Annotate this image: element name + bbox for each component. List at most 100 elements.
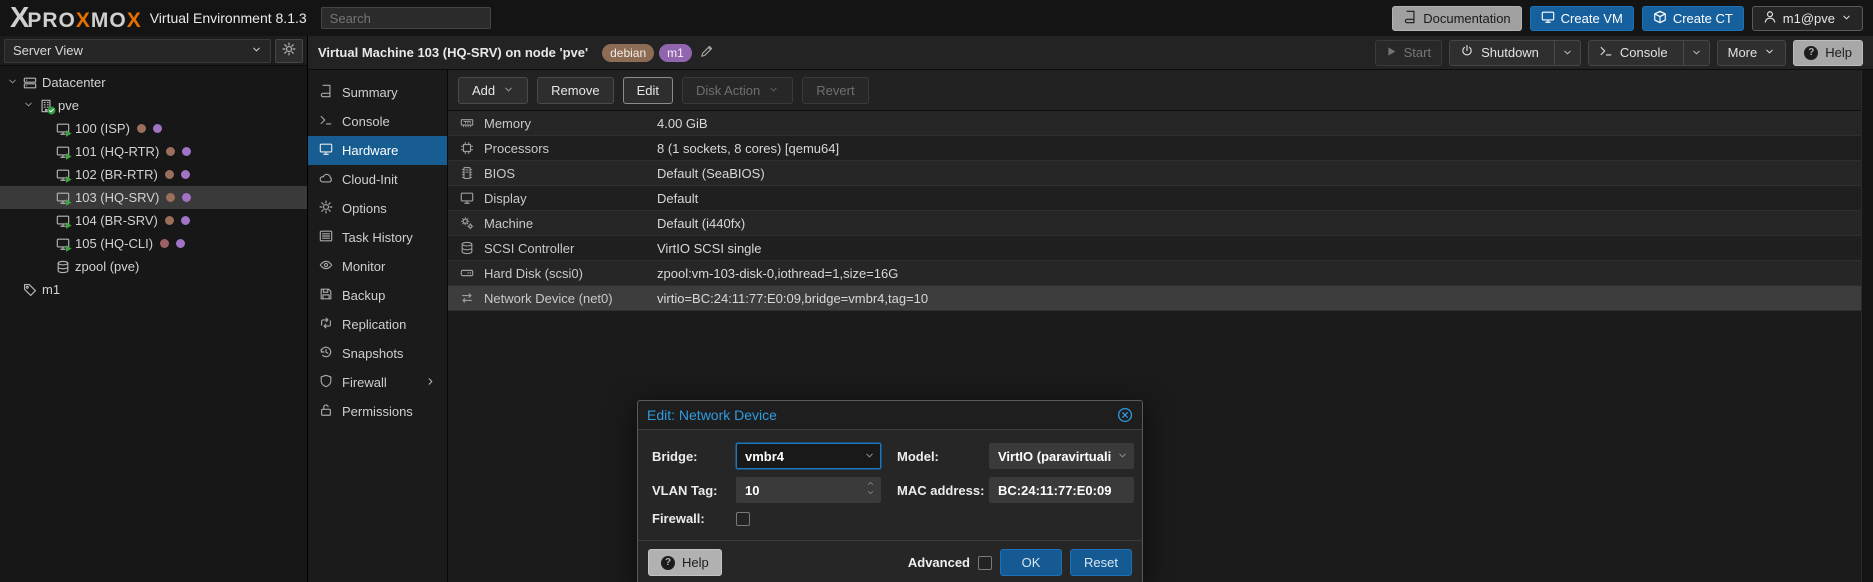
- view-bar: Server View: [0, 36, 307, 66]
- edit-button[interactable]: Edit: [623, 77, 673, 104]
- sidebar-gear-button[interactable]: [275, 39, 303, 63]
- start-button[interactable]: Start: [1375, 40, 1442, 66]
- tree-item-vm-103[interactable]: 103 (HQ-SRV): [0, 186, 307, 209]
- create-vm-button[interactable]: Create VM: [1530, 6, 1634, 31]
- remove-button[interactable]: Remove: [537, 77, 613, 104]
- chevron-down-icon[interactable]: [1117, 449, 1128, 464]
- tree-item-storage-zpool[interactable]: zpool (pve): [0, 255, 307, 278]
- more-button[interactable]: More: [1717, 40, 1787, 66]
- expand-chevron-icon[interactable]: [23, 98, 34, 113]
- edit-tags-pencil-icon[interactable]: [700, 44, 714, 61]
- table-row-scsi-controller[interactable]: SCSI Controller VirtIO SCSI single: [448, 236, 1873, 261]
- hardware-table: Memory 4.00 GiB Processors 8 (1 sockets,…: [448, 111, 1873, 311]
- tree-item-node-pve[interactable]: pve: [0, 94, 307, 117]
- user-menu-button[interactable]: m1@pve: [1752, 6, 1863, 31]
- shutdown-dropdown-arrow[interactable]: [1554, 41, 1580, 65]
- network-icon: [458, 291, 475, 305]
- menu-item-monitor[interactable]: Monitor: [308, 252, 447, 281]
- ok-button[interactable]: OK: [1000, 549, 1062, 576]
- tree-item-pool-m1[interactable]: m1: [0, 278, 307, 301]
- tree-item-vm-102[interactable]: 102 (BR-RTR): [0, 163, 307, 186]
- tag-dot: [182, 193, 191, 202]
- revert-button[interactable]: Revert: [802, 77, 868, 104]
- chevron-down-icon: [251, 43, 262, 58]
- documentation-button[interactable]: Documentation: [1392, 6, 1521, 31]
- tree-item-vm-101[interactable]: 101 (HQ-RTR): [0, 140, 307, 163]
- view-selector[interactable]: Server View: [4, 39, 271, 63]
- dialog-body: Bridge: Model: VLAN Tag: MAC address:: [638, 430, 1142, 540]
- dialog-help-button[interactable]: ? Help: [648, 549, 722, 576]
- menu-item-permissions[interactable]: Permissions: [308, 397, 447, 426]
- tag-dot: [182, 147, 191, 156]
- mac-address-input[interactable]: [989, 477, 1134, 503]
- menu-item-console[interactable]: Console: [308, 107, 447, 136]
- shutdown-button[interactable]: Shutdown: [1449, 40, 1581, 66]
- terminal-icon: [319, 113, 333, 130]
- table-row-machine[interactable]: Machine Default (i440fx): [448, 211, 1873, 236]
- menu-item-backup[interactable]: Backup: [308, 281, 447, 310]
- hdd-icon: [458, 266, 475, 280]
- logo-wordmark: PROXMOX: [27, 9, 141, 33]
- menu-item-task-history[interactable]: Task History: [308, 223, 447, 252]
- expand-chevron-icon[interactable]: [7, 75, 18, 90]
- tag-badge-m1[interactable]: m1: [659, 44, 692, 62]
- user-icon: [1763, 10, 1777, 27]
- tree-item-vm-105[interactable]: 105 (HQ-CLI): [0, 232, 307, 255]
- chevron-down-icon: [1841, 11, 1852, 26]
- cloud-icon: [319, 171, 333, 188]
- advanced-checkbox[interactable]: [978, 556, 992, 570]
- vm-running-icon: [56, 214, 70, 228]
- spinner-arrows[interactable]: [866, 479, 875, 497]
- search-input[interactable]: [321, 7, 491, 29]
- chevron-down-icon[interactable]: [864, 449, 875, 464]
- monitor-icon: [1541, 10, 1555, 27]
- create-ct-button[interactable]: Create CT: [1642, 6, 1744, 31]
- menu-item-options[interactable]: Options: [308, 194, 447, 223]
- chevron-up-icon: [866, 479, 875, 488]
- bridge-combobox: [736, 443, 881, 469]
- floppy-icon: [319, 287, 333, 304]
- tree-item-datacenter[interactable]: Datacenter: [0, 71, 307, 94]
- help-button[interactable]: ? Help: [1793, 40, 1863, 66]
- chevron-down-icon: [866, 488, 875, 497]
- top-header: X PROXMOX Virtual Environment 8.1.3 Docu…: [0, 0, 1873, 36]
- dialog-titlebar[interactable]: Edit: Network Device: [638, 401, 1142, 430]
- menu-item-cloud-init[interactable]: Cloud-Init: [308, 165, 447, 194]
- table-row-memory[interactable]: Memory 4.00 GiB: [448, 111, 1873, 136]
- cogs-icon: [458, 216, 475, 230]
- vm-running-icon: [56, 168, 70, 182]
- menu-item-summary[interactable]: Summary: [308, 78, 447, 107]
- disk-action-button[interactable]: Disk Action: [682, 77, 793, 104]
- database-icon: [458, 241, 475, 255]
- table-row-network-device[interactable]: Network Device (net0) virtio=BC:24:11:77…: [448, 286, 1873, 311]
- tree-item-vm-100[interactable]: 100 (ISP): [0, 117, 307, 140]
- reset-button[interactable]: Reset: [1070, 549, 1132, 576]
- table-row-processors[interactable]: Processors 8 (1 sockets, 8 cores) [qemu6…: [448, 136, 1873, 161]
- dialog-footer: ? Help Advanced OK Reset: [638, 540, 1142, 582]
- vlan-tag-input[interactable]: [736, 477, 881, 503]
- console-dropdown-arrow[interactable]: [1683, 41, 1709, 65]
- vm-header-bar: Virtual Machine 103 (HQ-SRV) on node 'pv…: [308, 36, 1873, 70]
- tree-item-vm-104[interactable]: 104 (BR-SRV): [0, 209, 307, 232]
- model-label: Model:: [897, 449, 989, 464]
- menu-item-hardware[interactable]: Hardware: [308, 136, 447, 165]
- table-row-display[interactable]: Display Default: [448, 186, 1873, 211]
- close-icon[interactable]: [1117, 407, 1133, 423]
- bridge-input[interactable]: [736, 443, 881, 469]
- tag-dot: [160, 239, 169, 248]
- table-row-hard-disk[interactable]: Hard Disk (scsi0) zpool:vm-103-disk-0,io…: [448, 261, 1873, 286]
- console-button[interactable]: Console: [1588, 40, 1710, 66]
- table-row-bios[interactable]: BIOS Default (SeaBIOS): [448, 161, 1873, 186]
- scrollbar-track[interactable]: [1861, 70, 1873, 582]
- model-input[interactable]: [989, 443, 1134, 469]
- menu-item-snapshots[interactable]: Snapshots: [308, 339, 447, 368]
- firewall-checkbox[interactable]: [736, 512, 750, 526]
- tag-badge-debian[interactable]: debian: [602, 44, 654, 62]
- menu-item-replication[interactable]: Replication: [308, 310, 447, 339]
- gear-icon: [282, 42, 296, 59]
- logo-x-mark: X: [10, 4, 27, 32]
- menu-item-firewall[interactable]: Firewall: [308, 368, 447, 397]
- vm-menu: Summary Console Hardware Cloud-Init: [308, 70, 448, 582]
- dialog-title: Edit: Network Device: [647, 407, 777, 423]
- add-button[interactable]: Add: [458, 77, 528, 104]
